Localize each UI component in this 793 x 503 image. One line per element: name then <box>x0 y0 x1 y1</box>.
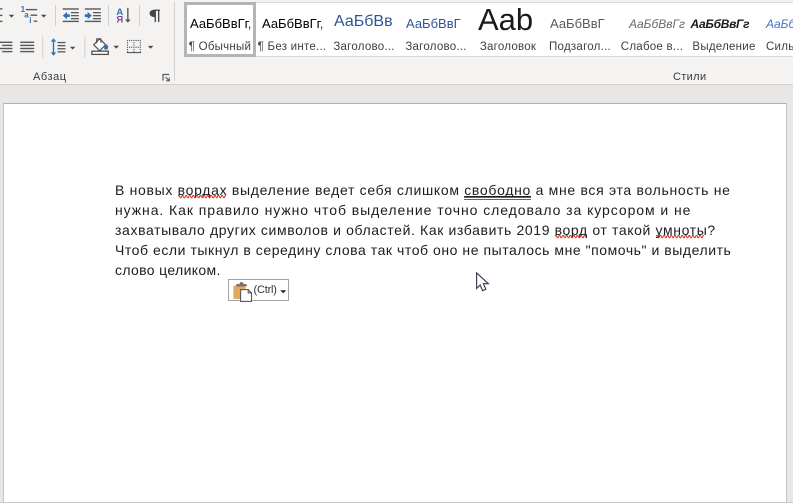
svg-text:Я: Я <box>116 14 123 25</box>
svg-text:i: i <box>29 16 31 25</box>
